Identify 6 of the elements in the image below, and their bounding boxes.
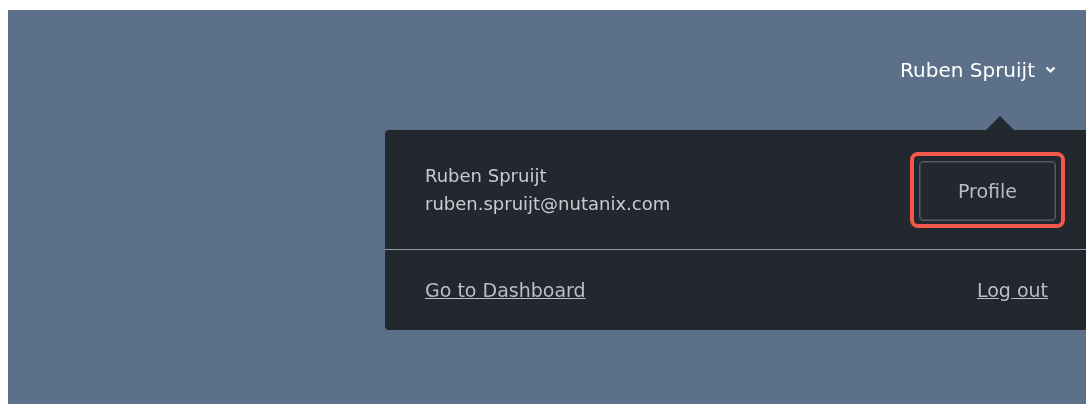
logout-link[interactable]: Log out: [976, 279, 1048, 301]
user-menu-button[interactable]: Ruben Spruijt: [900, 58, 1056, 82]
dashboard-link[interactable]: Go to Dashboard: [425, 279, 586, 301]
user-email: ruben.spruijt@nutanix.com: [425, 191, 671, 216]
profile-button[interactable]: Profile: [919, 160, 1056, 221]
user-name: Ruben Spruijt: [425, 163, 548, 188]
